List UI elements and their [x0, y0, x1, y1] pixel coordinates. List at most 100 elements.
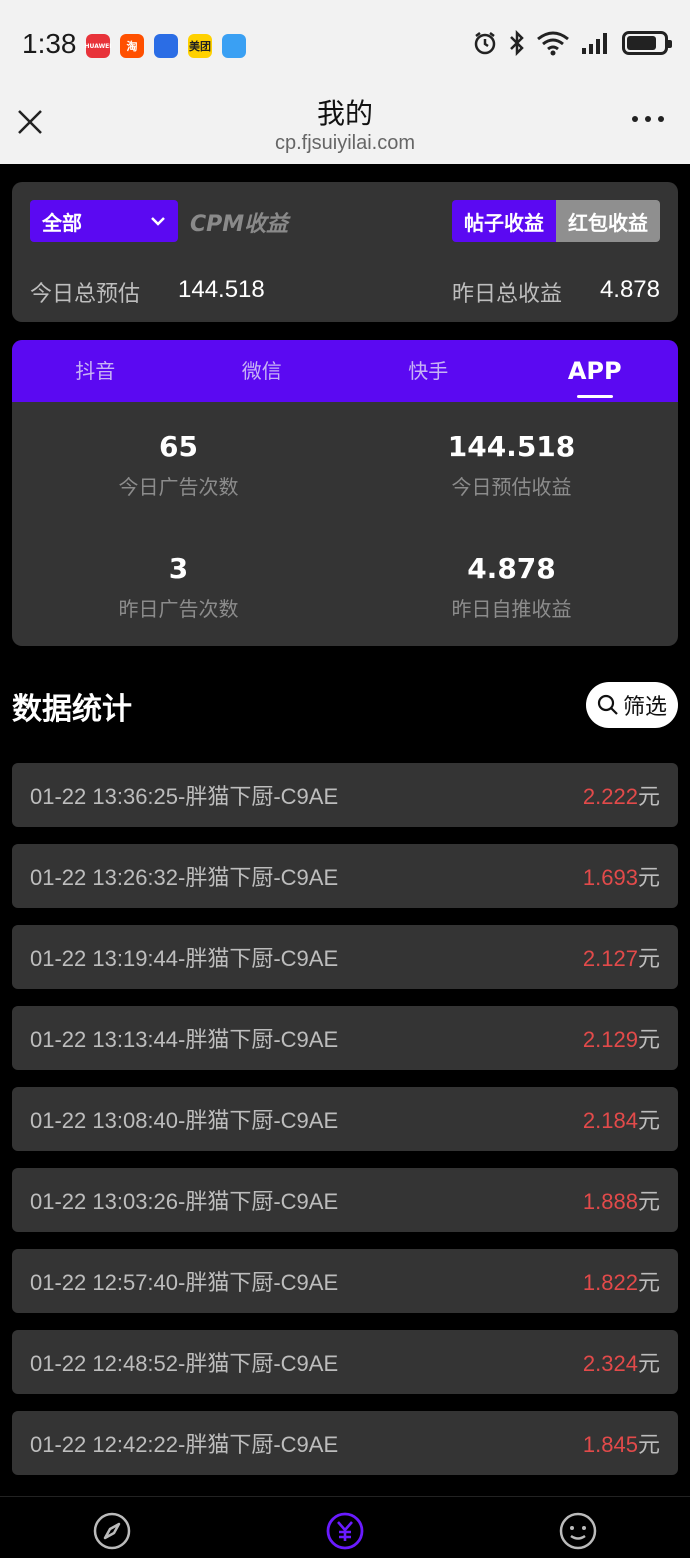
record-description: 01-22 13:36:25-胖猫下厨-C9AE [30, 784, 339, 809]
stat-value: 4.878 [467, 552, 556, 585]
record-row[interactable]: 01-22 12:57:40-胖猫下厨-C9AE 1.822元 [12, 1249, 678, 1313]
record-amount: 1.888元 [583, 1184, 660, 1216]
record-amount-value: 1.845 [582, 1432, 638, 1457]
meituan-icon: 美团 [188, 34, 212, 58]
record-description: 01-22 13:13:44-胖猫下厨-C9AE [30, 1027, 339, 1052]
filter-button[interactable]: 筛选 [586, 682, 678, 728]
record-amount-value: 2.129 [582, 1027, 638, 1052]
record-description: 01-22 13:03:26-胖猫下厨-C9AE [30, 1189, 339, 1214]
record-amount-unit: 元 [637, 1270, 660, 1295]
stat-yesterday-ad-count: 3 昨日广告次数 [12, 552, 345, 622]
tab-kuaishou[interactable]: 快手 [345, 340, 512, 402]
record-amount-unit: 元 [637, 865, 660, 890]
record-amount-unit: 元 [637, 1189, 660, 1214]
record-row[interactable]: 01-22 13:03:26-胖猫下厨-C9AE 1.888元 [12, 1168, 678, 1232]
redpacket-revenue-button[interactable]: 红包收益 [556, 200, 660, 242]
compass-app-icon [154, 34, 178, 58]
alarm-icon [472, 30, 498, 56]
stat-label: 昨日广告次数 [118, 597, 239, 621]
system-indicators [472, 30, 672, 56]
notification-app-icons: HUAWEI 淘 美团 [84, 34, 246, 58]
yesterday-revenue-value: 4.878 [599, 276, 660, 303]
record-row[interactable]: 01-22 13:08:40-胖猫下厨-C9AE 2.184元 [12, 1087, 678, 1151]
browser-header: 我的 cp.fjsuiyilai.com [0, 92, 690, 164]
post-revenue-button[interactable]: 帖子收益 [452, 200, 556, 242]
cloud-app-icon [222, 34, 246, 58]
record-amount-value: 1.888 [582, 1189, 638, 1214]
filter-label: 筛选 [622, 695, 667, 720]
records-list: 01-22 13:36:25-胖猫下厨-C9AE 2.222元 01-22 13:2… [12, 763, 678, 1492]
record-amount-value: 1.822 [582, 1270, 638, 1295]
earnings-summary-card: 全部 CPM收益 帖子收益 红包收益 今日总预估 144.518 昨日总收益 4… [12, 182, 678, 322]
page-title: 我的 [316, 97, 373, 130]
stat-label: 今日预估收益 [451, 475, 572, 499]
record-row[interactable]: 01-22 12:42:22-胖猫下厨-C9AE 1.845元 [12, 1411, 678, 1475]
stat-value: 144.518 [447, 430, 576, 463]
record-amount-unit: 元 [637, 1351, 660, 1376]
record-amount-value: 2.324 [582, 1351, 638, 1376]
taobao-icon: 淘 [120, 34, 144, 58]
bluetooth-icon [508, 30, 526, 56]
chevron-down-icon [151, 217, 165, 226]
battery-icon [622, 31, 672, 55]
today-estimate-value: 144.518 [178, 276, 265, 303]
stat-label: 昨日自推收益 [451, 597, 572, 621]
stat-yesterday-self-revenue: 4.878 昨日自推收益 [345, 552, 678, 622]
record-description: 01-22 13:19:44-胖猫下厨-C9AE [30, 946, 339, 971]
record-amount-value: 2.222 [582, 784, 638, 809]
smiley-icon [559, 1512, 597, 1550]
status-bar: 1:38 HUAWEI 淘 美团 [0, 0, 690, 92]
more-options-icon[interactable] [632, 116, 664, 122]
stat-today-estimate: 144.518 今日预估收益 [345, 430, 678, 500]
record-amount-value: 2.184 [582, 1108, 638, 1133]
record-description: 01-22 12:48:52-胖猫下厨-C9AE [30, 1351, 339, 1376]
nav-profile[interactable] [558, 1511, 598, 1551]
wifi-icon [536, 30, 570, 56]
record-amount-unit: 元 [637, 1108, 660, 1133]
record-amount: 2.184元 [583, 1103, 660, 1135]
record-row[interactable]: 01-22 12:48:52-胖猫下厨-C9AE 2.324元 [12, 1330, 678, 1394]
tab-douyin[interactable]: 抖音 [12, 340, 179, 402]
cpm-label: CPM收益 [190, 212, 289, 237]
record-row[interactable]: 01-22 13:19:44-胖猫下厨-C9AE 2.127元 [12, 925, 678, 989]
tab-app[interactable]: APP [512, 340, 679, 402]
bottom-navigation [0, 1496, 690, 1558]
nav-discover[interactable] [92, 1511, 132, 1551]
stat-today-ad-count: 65 今日广告次数 [12, 430, 345, 500]
category-dropdown-value: 全部 [42, 210, 82, 235]
record-amount: 2.222元 [583, 779, 660, 811]
platform-stats-card: 抖音 微信 快手 APP 65 今日广告次数 144.518 今日预估收益 3 昨日广… [12, 340, 678, 646]
record-amount-value: 2.127 [582, 946, 638, 971]
yesterday-revenue-label: 昨日总收益 [452, 282, 563, 307]
record-amount-unit: 元 [637, 946, 660, 971]
clock: 1:38 [22, 28, 77, 59]
record-amount-unit: 元 [637, 1432, 660, 1457]
nav-earnings[interactable] [325, 1511, 365, 1551]
record-description: 01-22 12:42:22-胖猫下厨-C9AE [30, 1432, 339, 1457]
record-amount-unit: 元 [637, 1027, 660, 1052]
record-amount: 1.845元 [583, 1427, 660, 1459]
record-row[interactable]: 01-22 13:13:44-胖猫下厨-C9AE 2.129元 [12, 1006, 678, 1070]
signal-icon [580, 30, 612, 56]
data-stats-title: 数据统计 [12, 692, 132, 727]
stat-value: 65 [159, 430, 198, 463]
record-amount-unit: 元 [637, 784, 660, 809]
stat-label: 今日广告次数 [118, 475, 239, 499]
yuan-icon [326, 1512, 364, 1550]
tab-wechat[interactable]: 微信 [179, 340, 346, 402]
huawei-icon: HUAWEI [84, 34, 112, 58]
record-amount: 2.127元 [583, 941, 660, 973]
record-row[interactable]: 01-22 13:26:32-胖猫下厨-C9AE 1.693元 [12, 844, 678, 908]
page-url: cp.fjsuiyilai.com [274, 132, 416, 154]
record-amount: 2.129元 [583, 1022, 660, 1054]
record-description: 01-22 12:57:40-胖猫下厨-C9AE [30, 1270, 339, 1295]
record-amount-value: 1.693 [582, 865, 638, 890]
revenue-type-toggle: 帖子收益 红包收益 [452, 200, 660, 242]
record-amount: 1.822元 [583, 1265, 660, 1297]
record-row[interactable]: 01-22 13:36:25-胖猫下厨-C9AE 2.222元 [12, 763, 678, 827]
record-amount: 1.693元 [583, 860, 660, 892]
platform-tabs: 抖音 微信 快手 APP [12, 340, 678, 402]
record-description: 01-22 13:26:32-胖猫下厨-C9AE [30, 865, 339, 890]
today-estimate-label: 今日总预估 [30, 282, 141, 307]
category-dropdown[interactable]: 全部 [30, 200, 178, 242]
